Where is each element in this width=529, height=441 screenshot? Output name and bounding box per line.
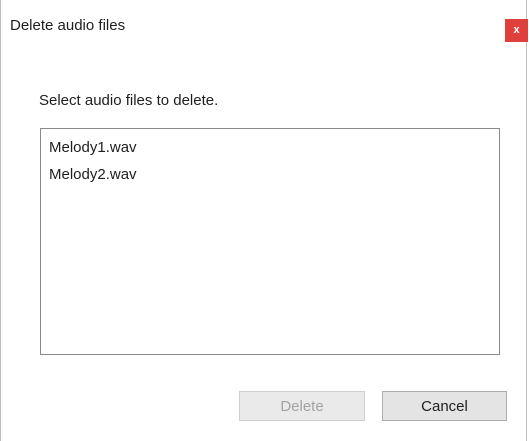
- close-icon: x: [513, 24, 520, 36]
- dialog-title: Delete audio files: [10, 17, 126, 34]
- cancel-button[interactable]: Cancel: [382, 391, 507, 421]
- list-item[interactable]: Melody2.wav: [41, 161, 499, 188]
- delete-button[interactable]: Delete: [239, 391, 365, 421]
- close-button[interactable]: x: [505, 19, 528, 42]
- delete-audio-files-dialog: Delete audio files x Select audio files …: [0, 0, 528, 441]
- instruction-label: Select audio files to delete.: [39, 92, 219, 109]
- title-bar: Delete audio files x: [1, 0, 528, 60]
- audio-file-list[interactable]: Melody1.wav Melody2.wav: [40, 128, 500, 355]
- list-item[interactable]: Melody1.wav: [41, 134, 499, 161]
